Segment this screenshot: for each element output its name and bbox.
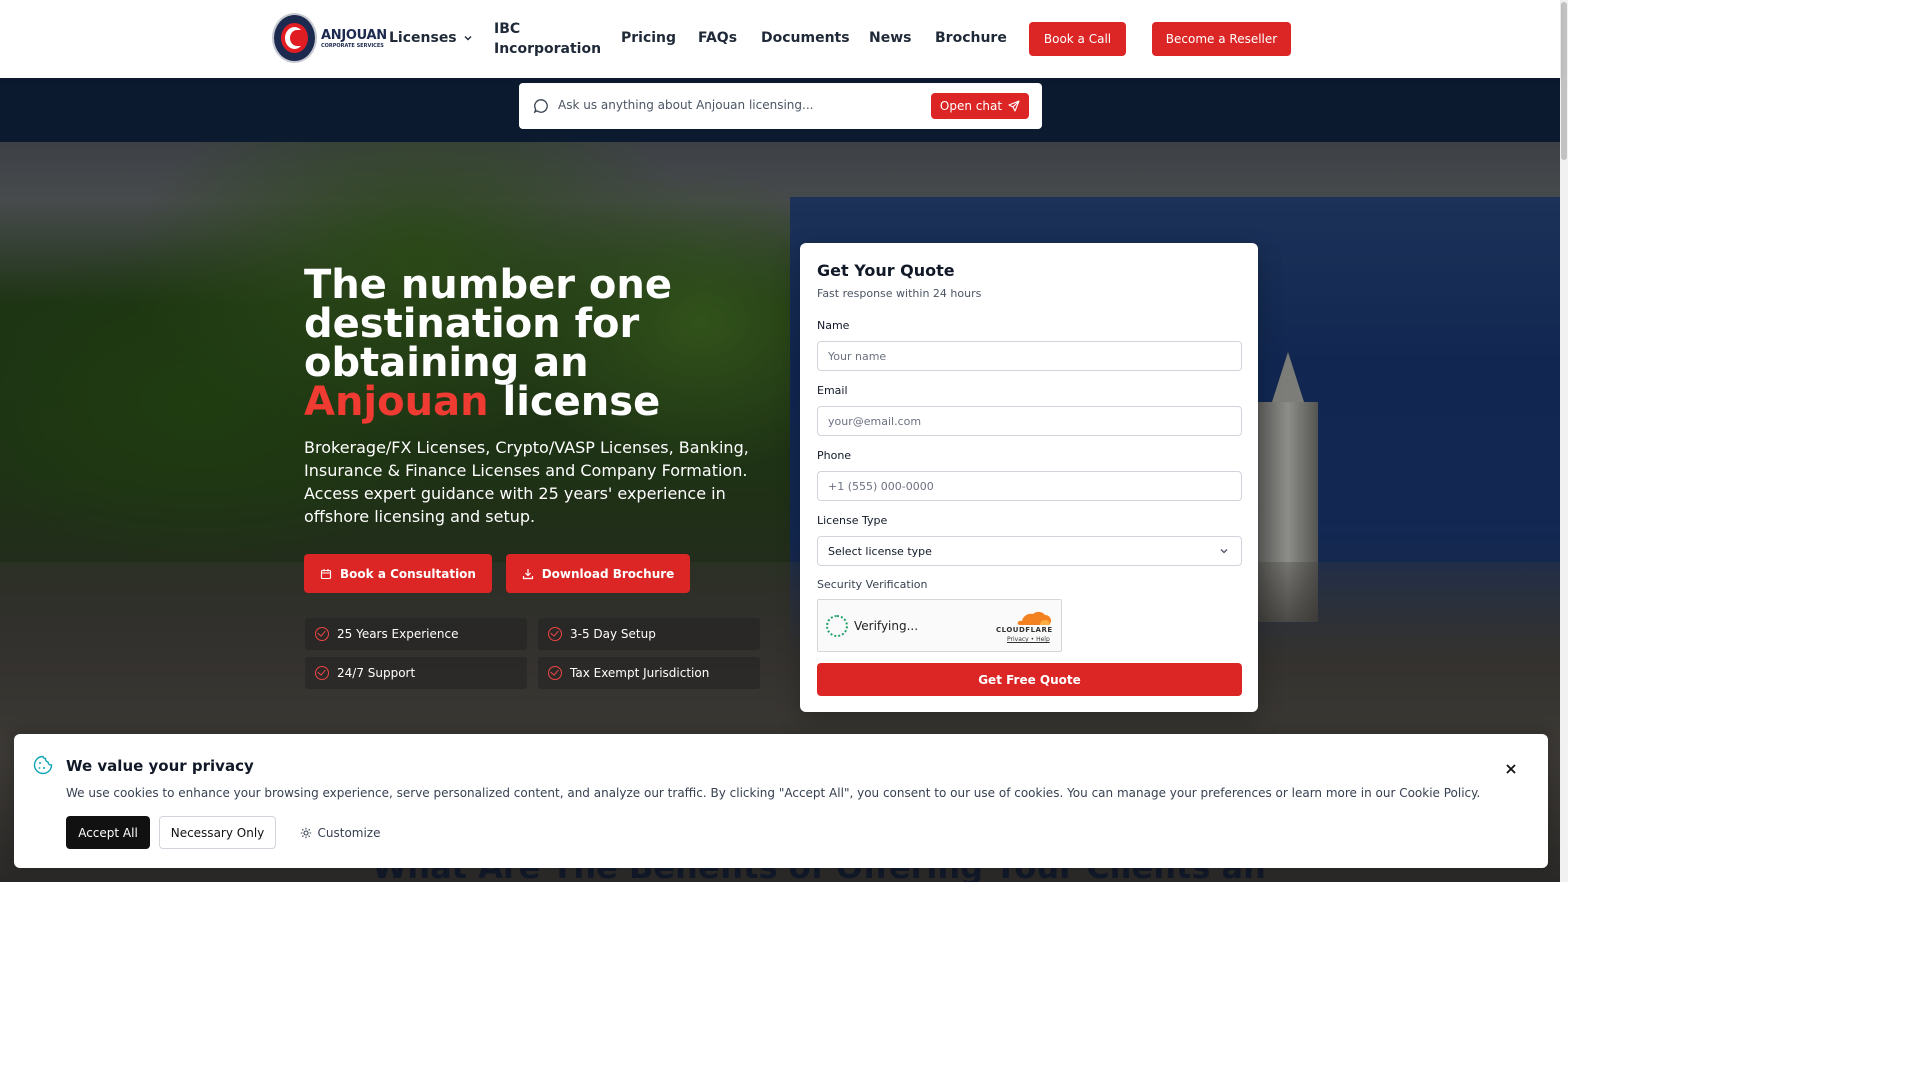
nav-licenses[interactable]: Licenses: [389, 30, 473, 46]
captcha-status: Verifying...: [854, 619, 919, 633]
open-chat-button[interactable]: Open chat: [931, 93, 1029, 119]
cloud-icon: [1017, 611, 1051, 625]
nav-ibc-incorporation[interactable]: IBC Incorporation: [494, 19, 604, 59]
chevron-down-icon: [464, 36, 472, 41]
site-header: ANJOUAN CORPORATE SERVICES Licenses IBC …: [0, 0, 1560, 78]
spinner-icon: [826, 615, 848, 637]
phone-field[interactable]: [817, 471, 1242, 501]
feature-badge: 3-5 Day Setup: [538, 618, 760, 650]
email-label: Email: [817, 384, 848, 397]
check-circle-icon: [548, 666, 562, 680]
quote-title: Get Your Quote: [817, 261, 955, 280]
chat-strip: Ask us anything about Anjouan licensing.…: [0, 78, 1560, 142]
chevron-down-icon: [1220, 549, 1228, 554]
accept-all-button[interactable]: Accept All: [66, 816, 150, 849]
logo-emblem-icon: [272, 13, 317, 63]
license-type-select[interactable]: Select license type: [817, 536, 1242, 566]
chat-bar[interactable]: Ask us anything about Anjouan licensing.…: [519, 83, 1042, 129]
nav-pricing[interactable]: Pricing: [621, 30, 676, 46]
book-consultation-button[interactable]: Book a Consultation: [304, 554, 492, 593]
email-field[interactable]: [817, 406, 1242, 436]
download-icon: [522, 568, 533, 579]
nav-faqs[interactable]: FAQs: [698, 30, 737, 46]
close-icon[interactable]: [1504, 762, 1518, 776]
become-reseller-button[interactable]: Become a Reseller: [1152, 22, 1291, 56]
logo-subtext: CORPORATE SERVICES: [321, 42, 384, 49]
hero-subtitle: Brokerage/FX Licenses, Crypto/VASP Licen…: [304, 438, 749, 526]
nav-licenses-label: Licenses: [389, 30, 457, 46]
necessary-only-button[interactable]: Necessary Only: [159, 816, 276, 849]
captcha-links[interactable]: Privacy • Help: [1007, 636, 1050, 643]
security-label: Security Verification: [817, 578, 928, 591]
scrollbar[interactable]: [1560, 0, 1568, 882]
license-type-label: License Type: [817, 514, 888, 527]
check-circle-icon: [315, 666, 329, 680]
scrollbar-thumb[interactable]: [1561, 2, 1567, 160]
nav-news[interactable]: News: [869, 30, 911, 46]
feature-badge: Tax Exempt Jurisdiction: [538, 657, 760, 689]
download-brochure-button[interactable]: Download Brochure: [506, 554, 690, 593]
check-circle-icon: [548, 627, 562, 641]
get-free-quote-button[interactable]: Get Free Quote: [817, 663, 1242, 696]
message-circle-icon: [533, 99, 548, 114]
logo-text: ANJOUAN: [321, 27, 387, 43]
nav-documents[interactable]: Documents: [761, 30, 850, 46]
calendar-icon: [320, 568, 332, 579]
open-chat-label: Open chat: [939, 99, 1003, 113]
quote-subtitle: Fast response within 24 hours: [817, 287, 982, 300]
phone-label: Phone: [817, 449, 852, 462]
gear-icon: [300, 827, 311, 838]
chat-placeholder[interactable]: Ask us anything about Anjouan licensing.…: [558, 98, 813, 112]
name-field[interactable]: [817, 341, 1242, 371]
feature-badge: 25 Years Experience: [305, 618, 527, 650]
nav-brochure[interactable]: Brochure: [935, 30, 1007, 46]
name-label: Name: [817, 319, 850, 332]
send-icon: [1008, 100, 1020, 112]
logo[interactable]: ANJOUAN CORPORATE SERVICES: [272, 13, 387, 63]
cookie-title: We value your privacy: [66, 757, 254, 775]
hero-title: The number one destination for obtaining…: [304, 262, 672, 425]
feature-badge: 24/7 Support: [305, 657, 527, 689]
cookie-banner: We value your privacy We use cookies to …: [14, 734, 1548, 868]
hero-title-highlight: Anjouan: [304, 379, 489, 425]
book-call-button[interactable]: Book a Call: [1029, 22, 1126, 56]
customize-button[interactable]: Customize: [298, 816, 382, 849]
quote-form: Get Your Quote Fast response within 24 h…: [800, 243, 1258, 712]
captcha-widget[interactable]: Verifying... CLOUDFLARE Privacy • Help: [817, 599, 1062, 652]
check-circle-icon: [315, 627, 329, 641]
cookie-icon: [33, 755, 53, 775]
cookie-text: We use cookies to enhance your browsing …: [66, 786, 1481, 800]
